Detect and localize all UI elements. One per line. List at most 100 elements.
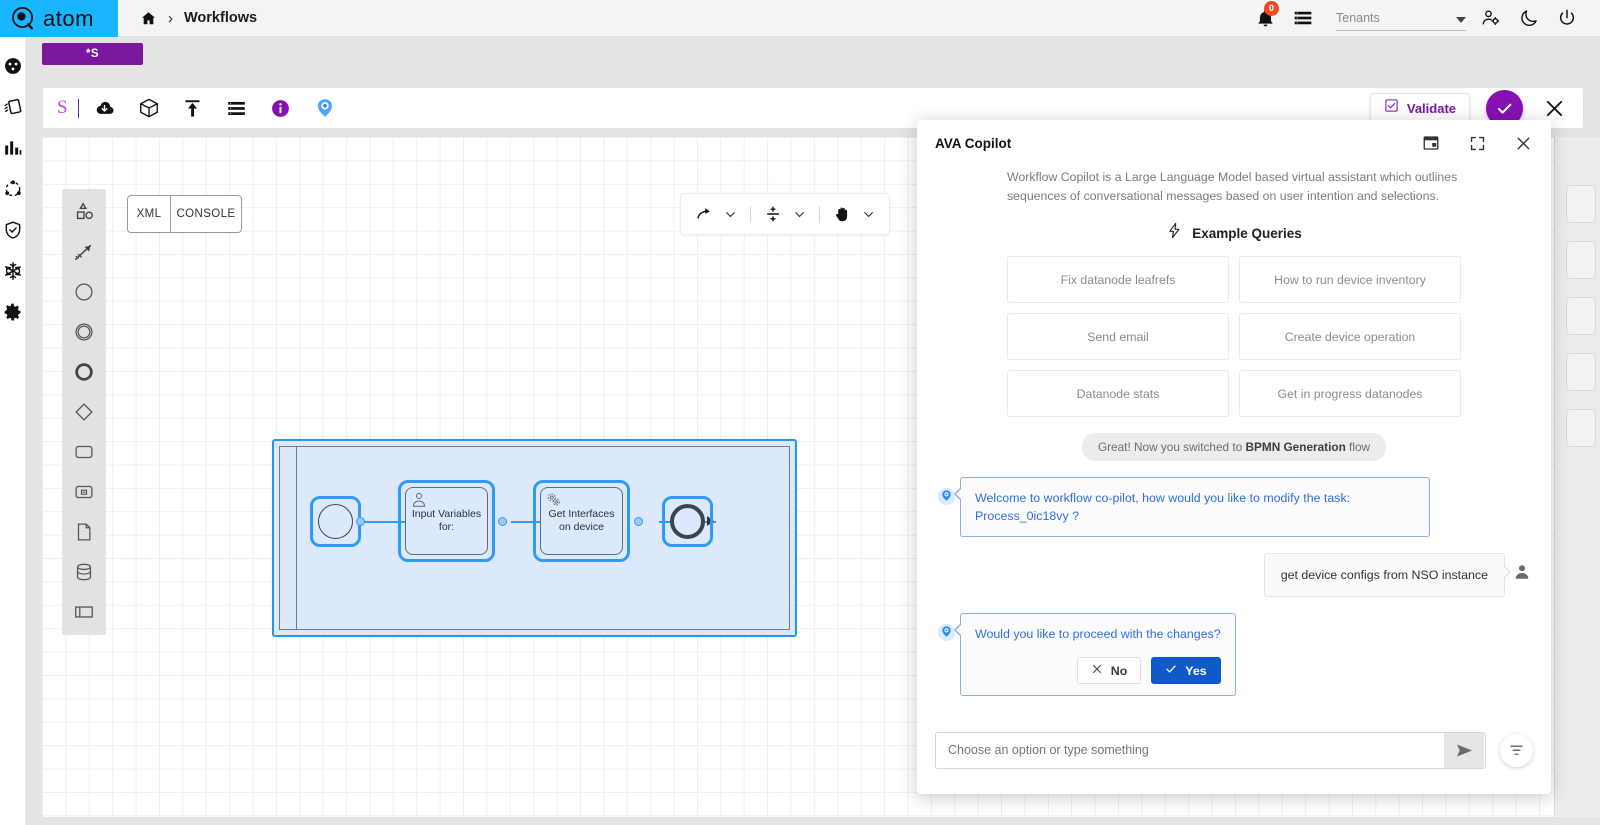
tenants-dropdown[interactable]: Tenants [1336, 5, 1466, 31]
ghost-row-1[interactable] [1566, 185, 1596, 223]
close-copilot-icon[interactable] [1513, 133, 1533, 153]
copilot-description: Workflow Copilot is a Large Language Mod… [1007, 170, 1458, 203]
copilot-input-area [917, 706, 1551, 794]
task2-out-anchor[interactable] [634, 517, 643, 526]
sequence-flow-3-arrow [707, 516, 714, 526]
example-query-card[interactable]: Create device operation [1239, 313, 1461, 360]
home-icon[interactable] [140, 10, 157, 27]
toolbar-s-marker: S [57, 97, 68, 118]
pool-icon[interactable] [70, 599, 98, 625]
brand-logo-block[interactable]: atom [0, 0, 118, 37]
ghost-row-2[interactable] [1566, 241, 1596, 279]
validate-button[interactable]: Validate [1369, 92, 1470, 124]
power-icon[interactable] [1548, 0, 1586, 37]
database-icon[interactable] [70, 559, 98, 585]
close-editor-button[interactable] [1539, 93, 1569, 123]
confirm-no-button[interactable]: No [1076, 657, 1142, 684]
sidebar-item-analytics[interactable] [2, 137, 23, 158]
circle-thin-icon[interactable] [70, 279, 98, 305]
bpmn-task-get-interfaces[interactable]: Get Interfaces on device [533, 480, 630, 562]
task1-out-anchor[interactable] [498, 517, 507, 526]
console-button[interactable]: CONSOLE [171, 196, 241, 232]
canvas-tools [680, 193, 890, 235]
copilot-input[interactable] [936, 743, 1444, 757]
confirm-no-label: No [1110, 663, 1128, 678]
tab-workflow[interactable]: *S [42, 43, 143, 65]
upload-arrow-icon[interactable] [171, 91, 215, 125]
bot-bubble-confirm: Would you like to proceed with the chang… [954, 613, 1236, 696]
user-gear-icon[interactable] [1472, 0, 1510, 37]
example-query-card[interactable]: Fix datanode leafrefs [1007, 256, 1229, 303]
tools-separator-1 [750, 205, 751, 223]
bot-message-text: Welcome to workflow co-pilot, how would … [975, 491, 1351, 523]
gears-icon [545, 491, 563, 509]
lightning-bolt-icon [1166, 222, 1183, 244]
xml-button[interactable]: XML [128, 196, 171, 232]
divide-chevron-down-icon[interactable] [788, 199, 810, 229]
confirm-yes-button[interactable]: Yes [1151, 657, 1221, 684]
divide-icon[interactable] [760, 199, 786, 229]
hand-chevron-down-icon[interactable] [857, 199, 879, 229]
bot-confirm-text: Would you like to proceed with the chang… [975, 627, 1221, 641]
breadcrumb-current[interactable]: Workflows [184, 10, 257, 26]
sidebar-item-snowflake[interactable] [2, 260, 23, 281]
confirm-actions: No Yes [975, 657, 1221, 684]
copilot-header-actions [1421, 133, 1533, 153]
sidebar-item-dashboard[interactable] [2, 55, 23, 76]
moon-icon[interactable] [1510, 0, 1548, 37]
notifications-button[interactable]: 0 [1246, 0, 1284, 37]
atom-circle-logo-icon [10, 6, 35, 31]
bpmn-end-event[interactable] [662, 496, 713, 547]
ghost-row-3[interactable] [1566, 297, 1596, 335]
notification-count-badge: 0 [1264, 0, 1279, 16]
sidebar-item-topology[interactable] [2, 178, 23, 199]
diamond-icon[interactable] [70, 399, 98, 425]
example-queries-heading: Example Queries [917, 222, 1551, 244]
start-anchor[interactable] [356, 517, 365, 526]
redo-chevron-down-icon[interactable] [719, 199, 741, 229]
info-circle-icon[interactable] [259, 91, 303, 125]
end-event-shape [670, 504, 705, 539]
copilot-header: AVA Copilot [917, 120, 1551, 166]
sidebar-item-assurance[interactable] [2, 219, 23, 240]
send-paper-plane-icon[interactable] [1444, 732, 1484, 768]
arrow-tool-icon[interactable] [70, 239, 98, 265]
example-query-card[interactable]: Send email [1007, 313, 1229, 360]
cloud-download-icon[interactable] [83, 91, 127, 125]
sidebar-item-devices[interactable] [2, 96, 23, 117]
example-query-card[interactable]: How to run device inventory [1239, 256, 1461, 303]
bpmn-start-event[interactable] [310, 496, 361, 547]
document-icon[interactable] [70, 519, 98, 545]
ghost-row-5[interactable] [1566, 409, 1596, 447]
subprocess-icon[interactable] [70, 479, 98, 505]
brand-name: atom [43, 5, 94, 31]
robot-head-icon[interactable] [303, 91, 347, 125]
copilot-input-wrap[interactable] [935, 731, 1486, 769]
example-query-card[interactable]: Get in progress datanodes [1239, 370, 1461, 417]
bpmn-task-input-variables[interactable]: Input Variables for: [398, 480, 495, 562]
ghost-row-4[interactable] [1566, 353, 1596, 391]
sidebar-item-settings[interactable] [2, 301, 23, 322]
header-actions: 0 Tenants [1246, 0, 1600, 36]
box-3d-icon[interactable] [127, 91, 171, 125]
redo-arrow-icon[interactable] [691, 199, 717, 229]
shape-palette [62, 189, 106, 635]
person-icon [1513, 563, 1531, 581]
tenants-label: Tenants [1336, 10, 1380, 25]
hand-icon[interactable] [829, 199, 855, 229]
circle-thick-icon[interactable] [70, 359, 98, 385]
properties-panel-collapsed[interactable] [1554, 137, 1600, 817]
shapes-icon[interactable] [70, 199, 98, 225]
system-pill-row: Great! Now you switched to BPMN Generati… [937, 433, 1531, 461]
filter-funnel-icon[interactable] [1500, 733, 1533, 767]
list-lines-icon[interactable] [215, 91, 259, 125]
fullscreen-icon[interactable] [1467, 133, 1487, 153]
rounded-rect-icon[interactable] [70, 439, 98, 465]
example-query-card[interactable]: Datanode stats [1007, 370, 1229, 417]
list-menu-icon[interactable] [1284, 0, 1322, 37]
window-minimize-icon[interactable] [1421, 133, 1441, 153]
circle-double-icon[interactable] [70, 319, 98, 345]
chat-message-user: get device configs from NSO instance [937, 553, 1531, 597]
example-queries-label: Example Queries [1192, 225, 1302, 241]
xml-console-toggle: XML CONSOLE [127, 195, 242, 233]
